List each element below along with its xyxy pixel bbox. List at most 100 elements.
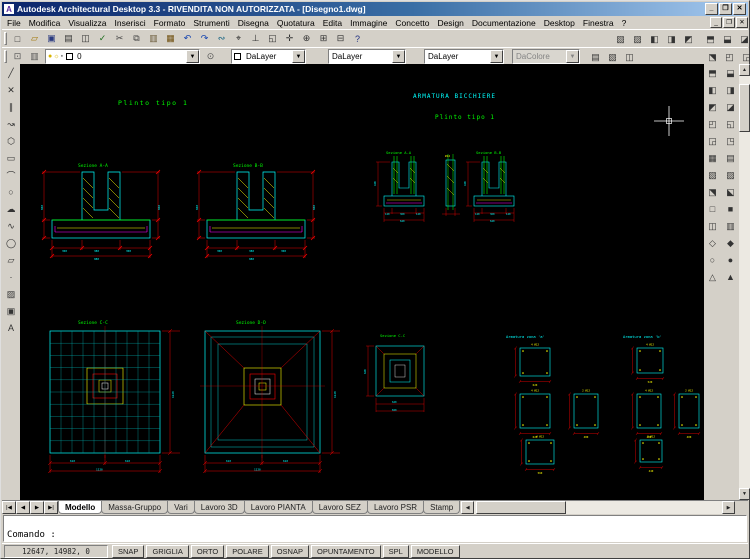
undo-button[interactable]: ↶ [179, 31, 196, 47]
open-file-button[interactable]: ▱ [26, 31, 43, 47]
view-cube-12-button[interactable]: ▤ [722, 150, 739, 166]
toolbar-grip[interactable] [4, 32, 7, 45]
redo-button[interactable]: ↷ [196, 31, 213, 47]
command-prompt[interactable]: Comando : [7, 530, 743, 540]
menu-visualizza[interactable]: Visualizza [64, 18, 110, 28]
horizontal-scrollbar[interactable]: ◀ ▶ [461, 501, 735, 514]
status-snap-button[interactable]: SNAP [112, 545, 144, 558]
tab-massa-gruppo[interactable]: Massa-Gruppo [101, 501, 168, 514]
tab-stamp[interactable]: Stamp [423, 501, 460, 514]
construction-line-button[interactable]: ✕ [3, 82, 19, 98]
insert-hyperlink-button[interactable]: ∾ [213, 31, 230, 47]
mdi-minimize-button[interactable]: _ [710, 17, 722, 28]
status-spl-button[interactable]: SPL [383, 545, 409, 558]
view-cube-20-button[interactable]: ▥ [722, 218, 739, 234]
rectangle-button[interactable]: ▭ [3, 150, 19, 166]
properties-button[interactable]: ▧ [612, 31, 629, 47]
pan-realtime-button[interactable]: ✛ [281, 31, 298, 47]
vertical-scroll-thumb[interactable] [739, 84, 750, 132]
status-modello-button[interactable]: MODELLO [411, 545, 460, 558]
render-button[interactable]: ⬔ [704, 49, 721, 65]
layer-manager-button[interactable]: ⊡ [9, 49, 26, 65]
light-button[interactable]: ◲ [738, 49, 750, 65]
view-cube-19-button[interactable]: ◫ [704, 218, 721, 234]
cut-button[interactable]: ✂ [111, 31, 128, 47]
menu-quotatura[interactable]: Quotatura [273, 18, 319, 28]
view-cube-18-button[interactable]: ■ [722, 201, 739, 217]
design-center-button[interactable]: ▨ [629, 31, 646, 47]
status-opuntamento-button[interactable]: OPUNTAMENTO [311, 545, 381, 558]
new-file-button[interactable]: □ [9, 31, 26, 47]
make-object-layer-current-button[interactable]: ⊙ [202, 49, 219, 65]
view-cube-22-button[interactable]: ◆ [722, 235, 739, 251]
view-cube-24-button[interactable]: ● [722, 252, 739, 268]
menu-modifica[interactable]: Modifica [25, 18, 65, 28]
menu-desktop[interactable]: Desktop [540, 18, 579, 28]
horizontal-scroll-thumb[interactable] [476, 501, 566, 514]
menu-strumenti[interactable]: Strumenti [189, 18, 233, 28]
ellipse-button[interactable]: ◯ [3, 235, 19, 251]
spline-button[interactable]: ∿ [3, 218, 19, 234]
linetype-dropdown-arrow-icon[interactable]: ▼ [392, 50, 405, 63]
tab-nav-3-button[interactable]: ▶ [30, 501, 44, 514]
save-button[interactable]: ▣ [43, 31, 60, 47]
drawing-canvas[interactable]: 4 Ø126204 Ø126202 Ø124804 Ø125604 Ø12520… [20, 64, 704, 500]
vertical-scrollbar[interactable]: ▲ ▼ [739, 64, 750, 500]
menu-concetto[interactable]: Concetto [391, 18, 433, 28]
locate-point-button[interactable]: ◫ [621, 49, 638, 65]
lineweight-dropdown-arrow-icon[interactable]: ▼ [490, 50, 503, 63]
view-cube-5-button[interactable]: ◩ [704, 99, 721, 115]
close-button[interactable]: ✕ [733, 3, 746, 15]
tab-lavoro-sez[interactable]: Lavoro SEZ [312, 501, 368, 514]
camera-button[interactable]: ◰ [721, 49, 738, 65]
help-button[interactable]: ? [349, 31, 366, 47]
insert-block-button[interactable]: ▱ [3, 252, 19, 268]
command-line-window[interactable]: Comando : [3, 515, 747, 542]
layer-dropdown-arrow-icon[interactable]: ▼ [186, 50, 199, 63]
tab-nav-4-button[interactable]: ▶| [44, 501, 58, 514]
tab-lavoro-psr[interactable]: Lavoro PSR [367, 501, 424, 514]
view-cube-26-button[interactable]: ▲ [722, 269, 739, 285]
view-cube-1-button[interactable]: ⬒ [704, 65, 721, 81]
view-cube-4-button[interactable]: ◨ [722, 82, 739, 98]
status-osnap-button[interactable]: OSNAP [271, 545, 309, 558]
menu-file[interactable]: File [3, 18, 25, 28]
hatch-button[interactable]: ▨ [3, 286, 19, 302]
view-cube-7-button[interactable]: ◰ [704, 116, 721, 132]
view-cube-6-button[interactable]: ◪ [722, 99, 739, 115]
linetype-dropdown[interactable]: DaLayer ▼ [328, 49, 406, 64]
copy-button[interactable]: ⧉ [128, 31, 145, 47]
tab-nav-1-button[interactable]: |◀ [2, 501, 16, 514]
color-dropdown[interactable]: DaLayer ▼ [231, 49, 306, 64]
view-cube-3-button[interactable]: ◧ [704, 82, 721, 98]
menu-finestra[interactable]: Finestra [579, 18, 618, 28]
region-button[interactable]: ▣ [3, 303, 19, 319]
view-cube-iso-button[interactable]: ◪ [736, 31, 750, 47]
view-cube-21-button[interactable]: ◇ [704, 235, 721, 251]
view-cube-13-button[interactable]: ▧ [704, 167, 721, 183]
horizontal-scroll-track[interactable] [474, 501, 722, 514]
print-button[interactable]: ▤ [60, 31, 77, 47]
view-cube-9-button[interactable]: ◲ [704, 133, 721, 149]
menu-documentazione[interactable]: Documentazione [468, 18, 540, 28]
content-browser-button[interactable]: ◩ [680, 31, 697, 47]
zoom-window-button[interactable]: ⊞ [315, 31, 332, 47]
status-griglia-button[interactable]: GRIGLIA [146, 545, 188, 558]
multiline-button[interactable]: ∥ [3, 99, 19, 115]
tab-lavoro-3d[interactable]: Lavoro 3D [194, 501, 245, 514]
menu-design[interactable]: Design [433, 18, 467, 28]
view-cube-11-button[interactable]: ▦ [704, 150, 721, 166]
polygon-button[interactable]: ⬡ [3, 133, 19, 149]
db-connect-button[interactable]: ◧ [646, 31, 663, 47]
scroll-down-button[interactable]: ▼ [739, 488, 750, 500]
tab-modello[interactable]: Modello [58, 501, 102, 514]
lineweight-dropdown[interactable]: DaLayer ▼ [424, 49, 504, 64]
arc-button[interactable]: ⌒ [3, 167, 19, 183]
view-cube-17-button[interactable]: □ [704, 201, 721, 217]
layer-states-button[interactable]: ▥ [26, 49, 43, 65]
tab-vari[interactable]: Vari [167, 501, 195, 514]
view-cube-15-button[interactable]: ⬔ [704, 184, 721, 200]
ucs-button[interactable]: ⊥ [247, 31, 264, 47]
list-button[interactable]: ▧ [604, 49, 621, 65]
menu-edita[interactable]: Edita [319, 18, 346, 28]
